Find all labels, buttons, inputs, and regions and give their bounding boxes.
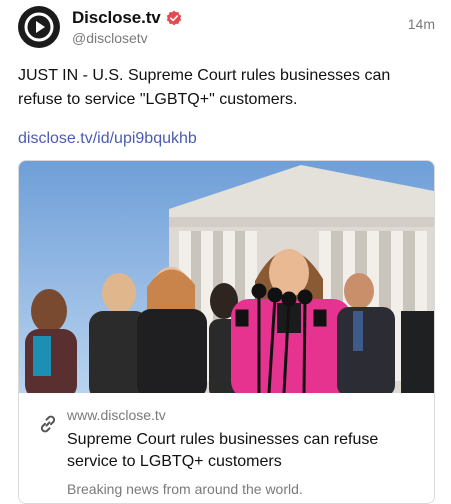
post-header: Disclose.tv @disclosetv 14m xyxy=(18,6,435,50)
post-link[interactable]: disclose.tv/id/upi9bqukhb xyxy=(18,130,197,148)
avatar[interactable] xyxy=(18,6,60,48)
link-preview-card[interactable]: www.disclose.tv Supreme Court rules busi… xyxy=(18,160,435,504)
link-preview-domain: www.disclose.tv xyxy=(67,407,166,423)
supreme-court-press-photo xyxy=(19,161,434,393)
post-timestamp[interactable]: 14m xyxy=(408,16,435,32)
author-handle[interactable]: @disclosetv xyxy=(72,30,148,46)
link-icon xyxy=(40,415,56,433)
author-display-name[interactable]: Disclose.tv xyxy=(72,8,161,28)
post-text: JUST IN - U.S. Supreme Court rules busin… xyxy=(18,67,391,108)
play-logo-icon xyxy=(19,7,59,47)
link-preview-meta: www.disclose.tv Supreme Court rules busi… xyxy=(19,393,434,503)
link-preview-title[interactable]: Supreme Court rules businesses can refus… xyxy=(67,429,417,473)
author-name-row: Disclose.tv xyxy=(72,8,182,28)
verified-badge-icon xyxy=(166,10,181,26)
link-preview-description: Breaking news from around the world. xyxy=(67,481,303,497)
